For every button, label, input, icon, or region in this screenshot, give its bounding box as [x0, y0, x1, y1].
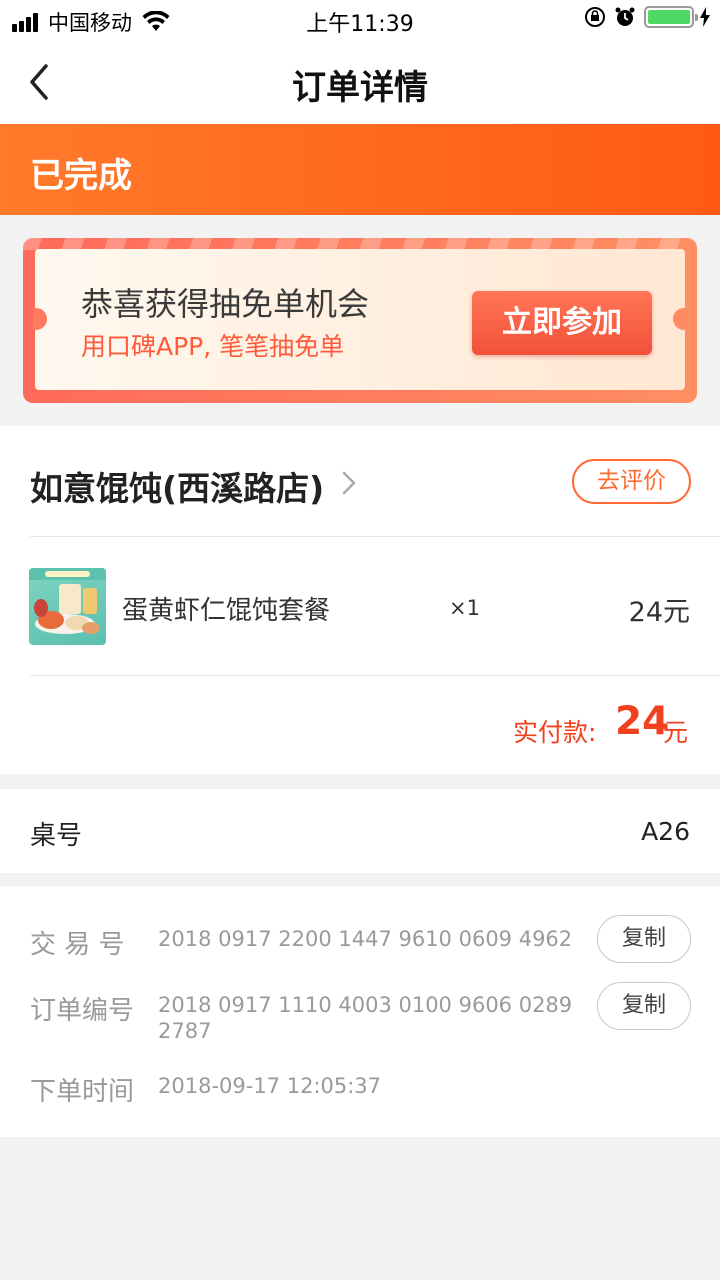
item-thumbnail — [29, 568, 106, 645]
order-status-text: 已完成 — [30, 156, 132, 196]
table-value: A26 — [641, 817, 690, 846]
join-now-button[interactable]: 立即参加 — [472, 291, 652, 355]
order-time-value: 2018-09-17 12:05:37 — [158, 1074, 382, 1098]
order-status-banner: 已完成 — [0, 124, 720, 215]
battery-icon — [644, 6, 698, 28]
chevron-right-icon[interactable] — [339, 468, 359, 498]
ticket-notch-right — [673, 308, 687, 330]
order-time-label: 下单时间 — [30, 1077, 135, 1107]
paid-label: 实付款: — [513, 718, 597, 747]
item-quantity: ×1 — [449, 596, 480, 620]
alarm-icon — [615, 7, 635, 26]
nav-bar: 订单详情 — [0, 40, 720, 124]
copy-order-no-button[interactable]: 复制 — [597, 982, 691, 1030]
shop-name[interactable]: 如意馄饨(西溪路店) — [30, 462, 324, 510]
paid-amount: 24 — [615, 699, 670, 744]
order-no-label: 订单编号 — [30, 996, 135, 1026]
promo-title: 恭喜获得抽免单机会 — [81, 285, 370, 323]
dumpling-image — [29, 568, 106, 634]
order-info-card: 交 易 号 2018 0917 2200 1447 9610 0609 4962… — [0, 886, 720, 1137]
table-number-row: 桌号 A26 — [0, 789, 720, 873]
copy-trade-no-button[interactable]: 复制 — [597, 915, 691, 963]
item-name: 蛋黄虾仁馄饨套餐 — [122, 596, 331, 626]
trade-no-value: 2018 0917 2200 1447 9610 0609 4962 — [158, 927, 573, 951]
promo-subtitle: 用口碑APP, 笔笔抽免单 — [81, 332, 345, 361]
trade-no-label: 交 易 号 — [30, 930, 125, 960]
page-title: 订单详情 — [292, 68, 428, 108]
table-label: 桌号 — [30, 821, 83, 851]
divider — [30, 536, 720, 537]
status-bar: 中国移动 上午11:39 — [0, 0, 720, 40]
promo-ticket: 恭喜获得抽免单机会 用口碑APP, 笔笔抽免单 立即参加 — [33, 249, 687, 390]
order-no-value-line2: 2787 — [158, 1019, 212, 1043]
ticket-notch-left — [33, 308, 47, 330]
charging-icon — [700, 7, 710, 27]
promo-banner[interactable]: 恭喜获得抽免单机会 用口碑APP, 笔笔抽免单 立即参加 — [23, 238, 697, 403]
item-price: 24元 — [628, 597, 690, 628]
paid-unit: 元 — [663, 718, 689, 747]
order-card: 如意馄饨(西溪路店) 去评价 蛋黄虾仁馄饨套餐 ×1 24元 实付款: 24 元 — [0, 426, 720, 774]
review-button[interactable]: 去评价 — [572, 459, 691, 504]
divider — [30, 675, 720, 676]
order-no-value-line1: 2018 0917 1110 4003 0100 9606 0289 — [158, 993, 573, 1017]
rotation-lock-icon — [585, 7, 605, 27]
